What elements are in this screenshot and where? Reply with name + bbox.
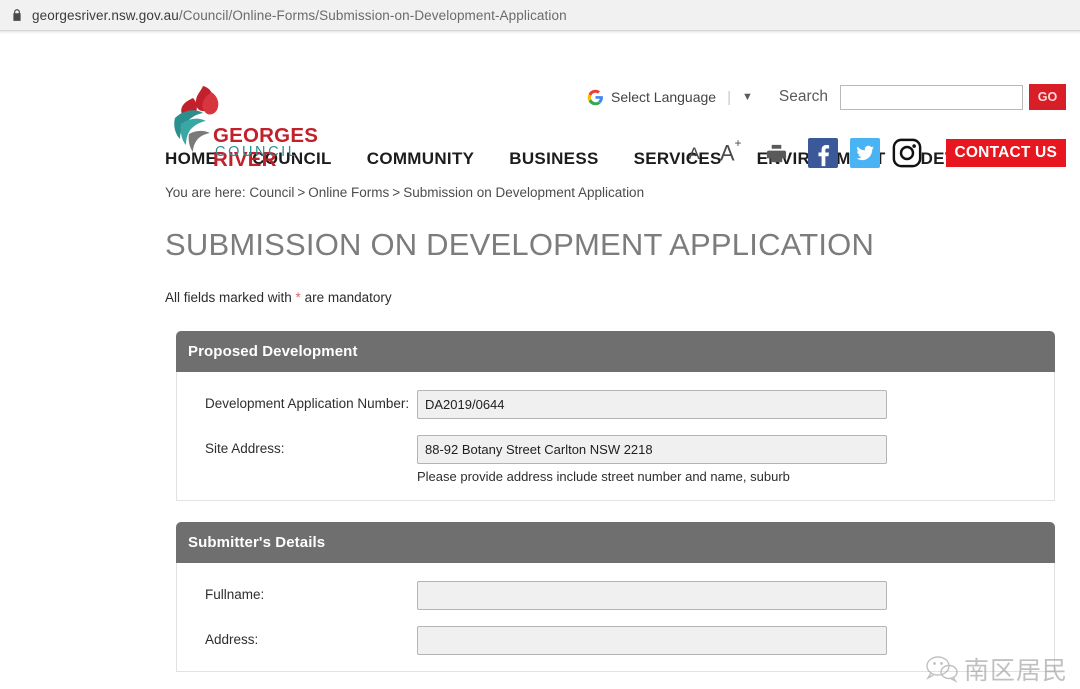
chevron-down-icon[interactable]: ▼ — [742, 91, 753, 103]
select-language-label[interactable]: Select Language — [611, 89, 716, 105]
facebook-icon[interactable] — [807, 138, 838, 168]
section-proposed-development: Proposed Development Development Applica… — [176, 331, 1055, 501]
utility-top-row: Select Language | ▼ Search GO — [587, 84, 1066, 110]
field-label-fullname: Fullname: — [205, 587, 265, 602]
nav-item-business[interactable]: BUSINESS — [509, 149, 598, 169]
search-go-button[interactable]: GO — [1029, 84, 1066, 110]
mandatory-note-after: are mandatory — [300, 290, 392, 305]
section-submitters-details: Submitter's Details Fullname: Address: — [176, 522, 1055, 672]
breadcrumb-item-council[interactable]: Council — [249, 185, 294, 200]
breadcrumb: You are here: Council > Online Forms > Submi… — [0, 185, 1080, 200]
site-address-input[interactable] — [417, 435, 887, 464]
field-control-fullname — [417, 581, 1042, 610]
site-logo[interactable]: GEORGES RIVER COUNCIL — [165, 80, 365, 171]
field-row-da-number: Development Application Number: — [177, 390, 1054, 419]
utility-bottom-row: A A+ CONTACT US — [688, 137, 1066, 168]
breadcrumb-separator-1: > — [297, 185, 306, 200]
font-increase-button[interactable]: A+ — [719, 137, 742, 166]
breadcrumb-prefix: You are here: — [165, 185, 246, 200]
url-text: georgesriver.nsw.gov.au/Council/Online-F… — [32, 8, 567, 23]
breadcrumb-item-online-forms[interactable]: Online Forms — [308, 185, 389, 200]
contact-us-button[interactable]: CONTACT US — [945, 138, 1066, 168]
url-path: /Council/Online-Forms/Submission-on-Deve… — [178, 7, 567, 23]
field-row-site-address: Site Address: Please provide address inc… — [177, 435, 1054, 484]
page-root: GEORGES RIVER COUNCIL Select Language | … — [0, 34, 1080, 685]
search-label: Search — [778, 88, 828, 105]
instagram-icon[interactable] — [892, 138, 922, 168]
font-increase-letter: A — [719, 140, 735, 166]
page-title: SUBMISSION ON DEVELOPMENT APPLICATION — [165, 227, 875, 262]
nav-item-community[interactable]: COMMUNITY — [367, 149, 475, 169]
field-control-site-address: Please provide address include street nu… — [417, 435, 1042, 484]
mandatory-fields-note: All fields marked with * are mandatory — [0, 290, 1080, 305]
field-label-address: Address: — [205, 632, 259, 647]
field-label-da-number: Development Application Number: — [205, 396, 410, 411]
lock-icon — [13, 9, 21, 21]
browser-address-bar[interactable]: georgesriver.nsw.gov.au/Council/Online-F… — [0, 0, 1080, 31]
submission-form: Proposed Development Development Applica… — [0, 331, 1080, 672]
section-heading: Proposed Development — [176, 331, 1055, 372]
font-increase-plus: + — [734, 135, 742, 150]
field-row-fullname: Fullname: — [177, 581, 1054, 610]
field-label-site-address: Site Address: — [205, 441, 285, 456]
section-body: Fullname: Address: — [176, 563, 1055, 672]
breadcrumb-separator-2: > — [392, 185, 401, 200]
site-header: GEORGES RIVER COUNCIL Select Language | … — [0, 34, 1080, 171]
field-control-da-number — [417, 390, 1042, 419]
mandatory-note-before: All fields marked with — [165, 290, 296, 305]
field-control-address — [417, 626, 1042, 655]
field-row-address: Address: — [177, 626, 1054, 655]
fullname-input[interactable] — [417, 581, 887, 610]
section-body: Development Application Number: Site Add… — [176, 372, 1055, 501]
google-g-icon — [587, 89, 603, 105]
da-number-input[interactable] — [417, 390, 887, 419]
address-input[interactable] — [417, 626, 887, 655]
twitter-icon[interactable] — [849, 138, 880, 168]
site-address-help-text: Please provide address include street nu… — [417, 469, 790, 484]
url-domain: georgesriver.nsw.gov.au — [32, 7, 179, 23]
section-heading: Submitter's Details — [176, 522, 1055, 563]
language-separator: | — [727, 88, 731, 106]
search-input[interactable] — [840, 84, 1023, 110]
font-decrease-button[interactable]: A — [688, 145, 699, 162]
breadcrumb-item-current: Submission on Development Application — [403, 185, 645, 200]
printer-icon[interactable] — [764, 142, 789, 165]
logo-subtitle: COUNCIL — [215, 144, 299, 160]
